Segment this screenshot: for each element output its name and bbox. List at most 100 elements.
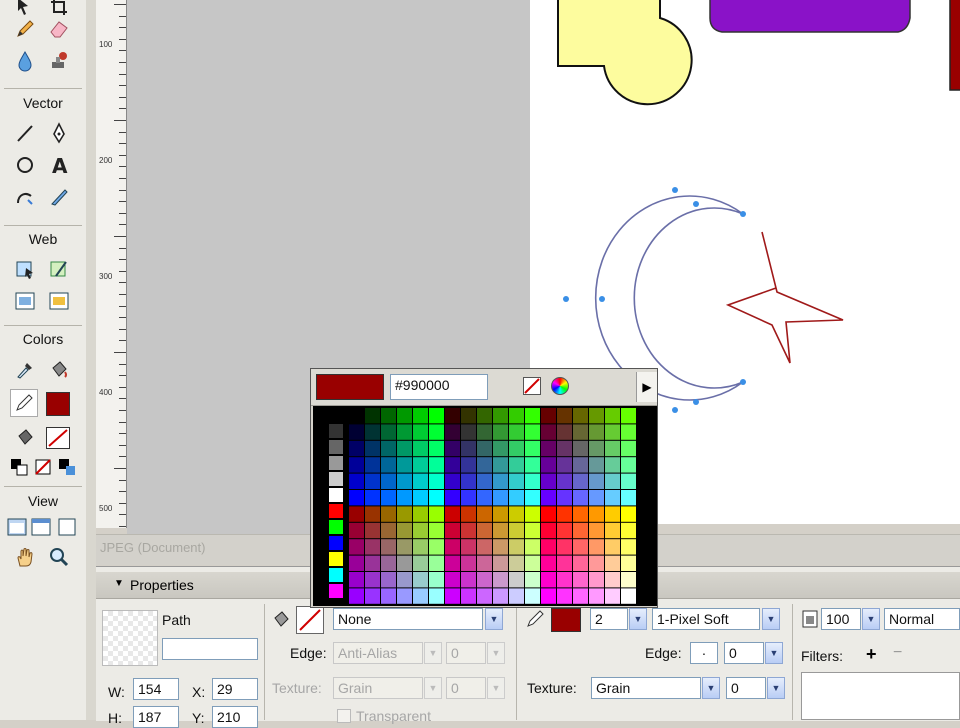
fill-edge-select[interactable]: Anti-Alias: [333, 642, 423, 664]
ruler-tick: [119, 247, 126, 249]
hotspot-tool-icon[interactable]: [12, 256, 38, 282]
fill-type-dropdown-icon[interactable]: ▼: [485, 608, 503, 630]
opacity-dropdown-icon[interactable]: ▼: [862, 608, 880, 630]
color-swatch: [605, 506, 620, 522]
color-swatch: [413, 506, 428, 522]
color-swatch: [493, 424, 508, 440]
stroke-texture-amount-dropdown-icon[interactable]: ▼: [767, 677, 785, 699]
opacity-input[interactable]: 100: [821, 608, 861, 630]
add-filter-icon[interactable]: +: [866, 644, 877, 665]
color-swatch: [509, 424, 524, 440]
stroke-edge-input[interactable]: 0: [724, 642, 764, 664]
color-swatch: [381, 572, 396, 588]
color-swatch: [493, 473, 508, 489]
fill-color-bucket-icon[interactable]: [12, 424, 38, 450]
stroke-edge-dropdown-icon[interactable]: ▼: [765, 642, 783, 664]
stroke-type-dropdown-icon[interactable]: ▼: [762, 608, 780, 630]
blend-mode-select[interactable]: Normal: [884, 608, 960, 630]
color-swatch: [621, 457, 636, 473]
color-swatch: [461, 506, 476, 522]
palette-options-arrow-icon[interactable]: ▶: [636, 372, 657, 402]
remove-filter-icon[interactable]: −: [893, 644, 902, 662]
full-screen-menus-icon[interactable]: [28, 514, 54, 540]
yellow-shape: [557, 0, 693, 106]
color-wheel-icon[interactable]: [551, 377, 569, 395]
ellipse-tool-icon[interactable]: [12, 152, 38, 178]
rubber-stamp-icon[interactable]: [46, 48, 72, 74]
color-swatch: [557, 555, 572, 571]
stroke-pencil-icon: [522, 606, 548, 632]
width-input[interactable]: 154: [133, 678, 179, 700]
stroke-size-dropdown-icon[interactable]: ▼: [629, 608, 647, 630]
color-swatch: [621, 440, 636, 457]
fill-texture-select[interactable]: Grain: [333, 677, 423, 699]
color-swatch: [329, 456, 343, 470]
show-hotspots-icon[interactable]: [46, 288, 72, 314]
stroke-type-select[interactable]: 1-Pixel Soft: [652, 608, 760, 630]
fill-texture-dropdown-icon[interactable]: ▼: [424, 677, 442, 699]
hide-hotspots-icon[interactable]: [12, 288, 38, 314]
zoom-tool-icon[interactable]: [46, 544, 72, 570]
full-screen-mode-icon[interactable]: [54, 514, 80, 540]
color-swatch-grid[interactable]: [313, 406, 657, 606]
color-swatch: [509, 506, 524, 522]
hex-color-input[interactable]: #990000: [390, 374, 488, 400]
color-swatch: [381, 408, 396, 424]
swap-colors-icon[interactable]: [54, 454, 80, 480]
eraser-icon[interactable]: [46, 16, 72, 42]
no-color-icon[interactable]: [523, 377, 541, 395]
pencil-icon[interactable]: [12, 16, 38, 42]
stroke-color-button[interactable]: [551, 608, 581, 632]
knife-tool-icon[interactable]: [46, 184, 72, 210]
color-swatch: [477, 539, 492, 555]
paint-bucket-icon[interactable]: [46, 356, 72, 382]
freeform-tool-icon[interactable]: [12, 184, 38, 210]
line-tool-icon[interactable]: [12, 120, 38, 146]
fill-edge-dropdown-icon[interactable]: ▼: [424, 642, 442, 664]
fill-color-none-button[interactable]: [296, 606, 324, 634]
fill-color-none-swatch[interactable]: [46, 427, 70, 449]
color-swatch: [329, 536, 343, 550]
slice-tool-icon[interactable]: [46, 256, 72, 282]
hand-tool-icon[interactable]: [12, 544, 38, 570]
stroke-color-pencil-icon[interactable]: [10, 389, 38, 417]
x-input[interactable]: 29: [212, 678, 258, 700]
stroke-texture-amount-input[interactable]: 0: [726, 677, 766, 699]
color-swatch: [621, 588, 636, 604]
color-swatch: [477, 408, 492, 424]
collapse-triangle-icon[interactable]: ▼: [114, 578, 124, 589]
color-swatch: [525, 408, 540, 424]
standard-screen-mode-icon[interactable]: [4, 514, 30, 540]
object-name-input[interactable]: [162, 638, 258, 660]
height-input[interactable]: 187: [133, 706, 179, 728]
color-swatch: [445, 506, 460, 522]
text-tool-icon[interactable]: A: [46, 152, 72, 178]
fill-edge-amount-dropdown-icon[interactable]: ▼: [487, 642, 505, 664]
ruler-tick: [119, 108, 126, 110]
color-swatch: [329, 552, 343, 566]
eyedropper-icon[interactable]: [12, 356, 38, 382]
fill-edge-label: Edge:: [290, 645, 327, 661]
fill-texture-amount-dropdown-icon[interactable]: ▼: [487, 677, 505, 699]
stroke-edge-label: Edge:: [645, 645, 682, 661]
color-swatch: [493, 408, 508, 424]
default-colors-icon[interactable]: [6, 454, 32, 480]
y-input[interactable]: 210: [212, 706, 258, 728]
fill-edge-amount-input[interactable]: 0: [446, 642, 486, 664]
blur-icon[interactable]: [12, 48, 38, 74]
fill-texture-amount-input[interactable]: 0: [446, 677, 486, 699]
stroke-texture-dropdown-icon[interactable]: ▼: [702, 677, 720, 699]
transparent-checkbox[interactable]: [337, 709, 351, 723]
stroke-texture-select[interactable]: Grain: [591, 677, 701, 699]
color-swatch: [605, 424, 620, 440]
color-swatch: [509, 490, 524, 506]
color-swatch: [365, 522, 380, 539]
color-swatch: [429, 490, 444, 506]
stroke-size-input[interactable]: 2: [590, 608, 628, 630]
filters-list[interactable]: [801, 672, 960, 720]
fill-type-select[interactable]: None: [333, 608, 483, 630]
color-swatch: [397, 539, 412, 555]
pen-tool-icon[interactable]: [46, 120, 72, 146]
stroke-color-swatch[interactable]: [46, 392, 70, 416]
no-stroke-fill-icon[interactable]: [30, 454, 56, 480]
